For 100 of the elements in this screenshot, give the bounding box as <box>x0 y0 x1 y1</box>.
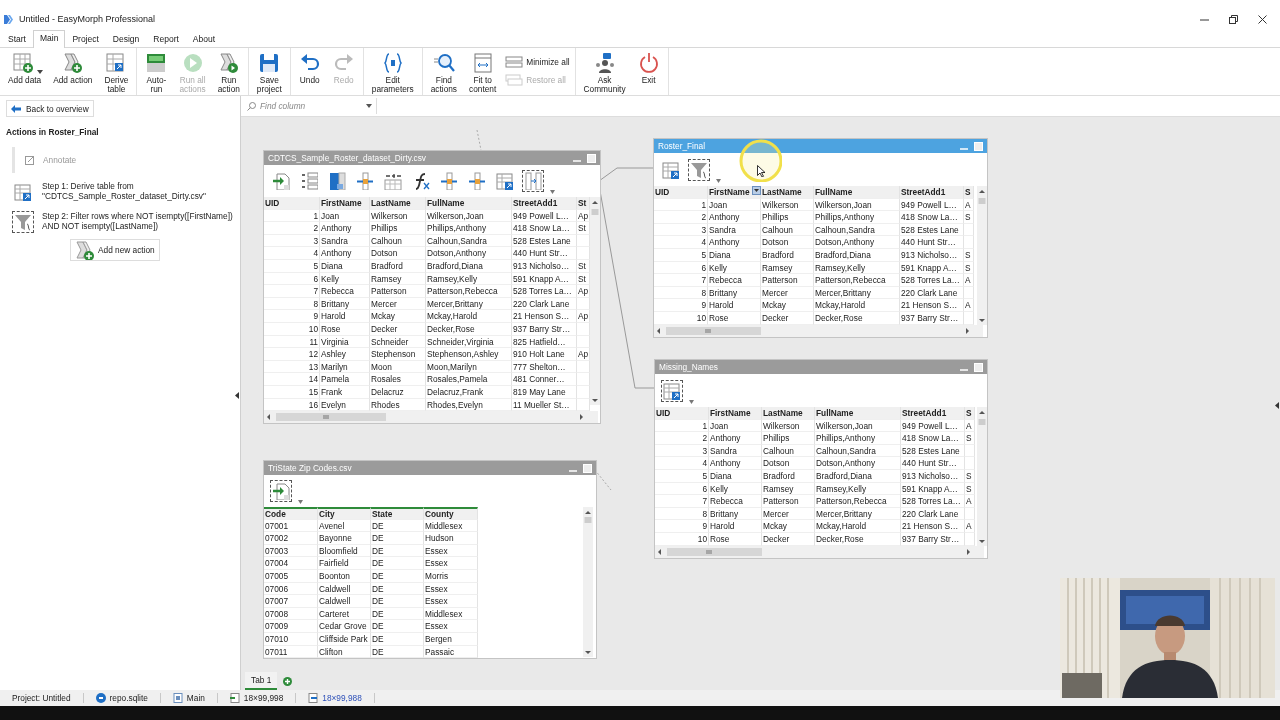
table-cell: Patterson <box>370 285 426 298</box>
caret-icon[interactable] <box>550 190 555 194</box>
table-cell: DE <box>371 632 424 646</box>
vertical-scrollbar[interactable] <box>590 197 600 405</box>
ribbon-button[interactable]: Undo <box>295 52 324 85</box>
restore-icon[interactable] <box>1229 14 1238 24</box>
ribbon-button[interactable]: Edit parameters <box>368 52 417 94</box>
menu-tab[interactable]: About <box>185 31 223 47</box>
add-data-icon <box>12 52 35 74</box>
column-header[interactable]: State <box>371 507 424 520</box>
table-cell: Essex <box>424 544 478 558</box>
horizontal-scrollbar[interactable] <box>264 411 598 424</box>
caret-icon[interactable] <box>298 500 303 504</box>
ribbon-button[interactable]: Derive table <box>101 52 132 94</box>
dropdown-icon[interactable] <box>752 186 761 195</box>
add-action-button[interactable]: Add new action <box>70 239 160 261</box>
table-cell: Carteret <box>318 607 371 621</box>
select-columns-icon[interactable] <box>522 170 544 192</box>
column-header[interactable]: S <box>964 186 974 199</box>
restore-all-icon <box>505 74 524 86</box>
caret-icon[interactable] <box>716 179 721 183</box>
column-header[interactable]: StreetAdd1 <box>900 186 964 199</box>
table-cell: 2 <box>654 211 708 224</box>
vertical-scrollbar[interactable] <box>583 507 593 657</box>
table-cell: 21 Henson S… <box>900 299 964 312</box>
column-header[interactable]: UID <box>654 186 708 199</box>
add-tab-icon[interactable] <box>283 676 293 686</box>
ribbon-button[interactable]: Add data <box>5 52 45 85</box>
maximize-icon[interactable] <box>587 153 596 163</box>
column-header[interactable]: LastName <box>370 197 426 210</box>
column-header[interactable]: FirstName <box>320 197 370 210</box>
insert-column-icon[interactable] <box>466 170 488 192</box>
import-file-icon[interactable] <box>270 480 292 502</box>
column-header[interactable]: S <box>965 407 975 420</box>
column-header[interactable]: FullName <box>814 186 900 199</box>
derive-table-icon[interactable] <box>661 379 683 402</box>
table-cell: Marilyn <box>320 360 370 374</box>
back-button[interactable]: Back to overview <box>6 100 94 117</box>
import-file-icon[interactable] <box>270 170 292 192</box>
status-text[interactable]: 18×99,988 <box>322 693 362 703</box>
horizontal-scrollbar[interactable] <box>654 325 983 337</box>
table-cell: Joan <box>708 198 761 212</box>
column-header[interactable]: St <box>577 197 590 210</box>
column-header[interactable]: LastName <box>761 186 814 199</box>
menu-tab[interactable]: Project <box>65 31 106 47</box>
search-field[interactable]: Find column <box>260 101 362 111</box>
column-header[interactable]: StreetAdd1 <box>901 407 965 420</box>
table-cell: DE <box>371 519 424 533</box>
ribbon-button[interactable]: Exit <box>634 52 663 85</box>
column-header[interactable]: Code <box>264 507 318 520</box>
insert-column-icon[interactable] <box>354 170 376 192</box>
fit-icon <box>471 52 494 74</box>
column-header[interactable]: UID <box>264 197 320 210</box>
column-header[interactable]: City <box>318 507 371 520</box>
ribbon-button[interactable]: Find actions <box>427 52 461 94</box>
derive-table-icon[interactable] <box>12 181 34 203</box>
step-text[interactable]: Step 2: Filter rows where NOT isempty([FirstName]) AND NOT isempty([LastName]) <box>42 211 233 231</box>
filter-icon[interactable] <box>12 211 34 233</box>
ribbon-button[interactable]: Save project <box>253 52 285 94</box>
filter-icon[interactable] <box>688 158 710 181</box>
table-cell: 07004 <box>264 557 318 570</box>
ribbon-button[interactable]: Fit to content <box>466 52 500 94</box>
ribbon-button[interactable]: Auto- run <box>142 52 171 94</box>
ribbon-button[interactable]: Ask Community <box>580 52 629 94</box>
ribbon-button[interactable]: Add action <box>50 52 96 85</box>
table-cell: Mercer,Brittany <box>815 507 901 521</box>
ribbon-button[interactable]: Minimize all <box>505 56 570 68</box>
column-header[interactable]: FullName <box>426 197 512 210</box>
menu-tab[interactable]: Design <box>105 31 147 47</box>
column-header[interactable]: StreetAdd1 <box>512 197 577 210</box>
maximize-icon[interactable] <box>974 141 983 151</box>
table-cell: Boonton <box>318 569 371 583</box>
menu-tab[interactable]: Report <box>146 31 186 47</box>
derive-table-icon[interactable] <box>494 170 516 192</box>
vertical-scrollbar[interactable] <box>977 407 987 546</box>
cursor-highlight <box>738 138 782 182</box>
close-icon[interactable] <box>1258 14 1267 24</box>
canvas-tab[interactable]: Tab 1 <box>245 672 278 690</box>
table-cell: Wilkerson <box>762 419 815 433</box>
table-cell: 07007 <box>264 595 318 608</box>
ribbon-button[interactable]: Run action <box>214 52 243 94</box>
horizontal-scrollbar[interactable] <box>655 546 984 558</box>
table-cell: Middlesex <box>424 607 478 621</box>
column-header[interactable]: LastName <box>762 407 815 420</box>
caret-icon[interactable] <box>689 400 694 404</box>
step-text[interactable]: Step 1: Derive table from "CDTCS_Sample_Roster_dataset_Dirty.csv" <box>42 181 206 201</box>
menu-tab[interactable]: Main <box>32 30 66 48</box>
menu-tab[interactable]: Start <box>1 31 33 47</box>
vertical-scrollbar[interactable] <box>977 186 987 325</box>
column-header[interactable]: FirstName <box>709 407 762 420</box>
insert-column-icon[interactable] <box>438 170 460 192</box>
table-cell: 418 Snow La… <box>512 222 577 235</box>
maximize-icon[interactable] <box>583 463 592 473</box>
collapse-arrow-icon[interactable] <box>235 392 239 399</box>
maximize-icon[interactable] <box>974 362 983 372</box>
column-header[interactable]: FullName <box>815 407 901 420</box>
column-header[interactable]: UID <box>655 407 709 420</box>
collapse-arrow-icon[interactable] <box>1275 402 1279 409</box>
table-cell: Bradford <box>761 248 814 262</box>
column-header[interactable]: County <box>424 507 478 520</box>
